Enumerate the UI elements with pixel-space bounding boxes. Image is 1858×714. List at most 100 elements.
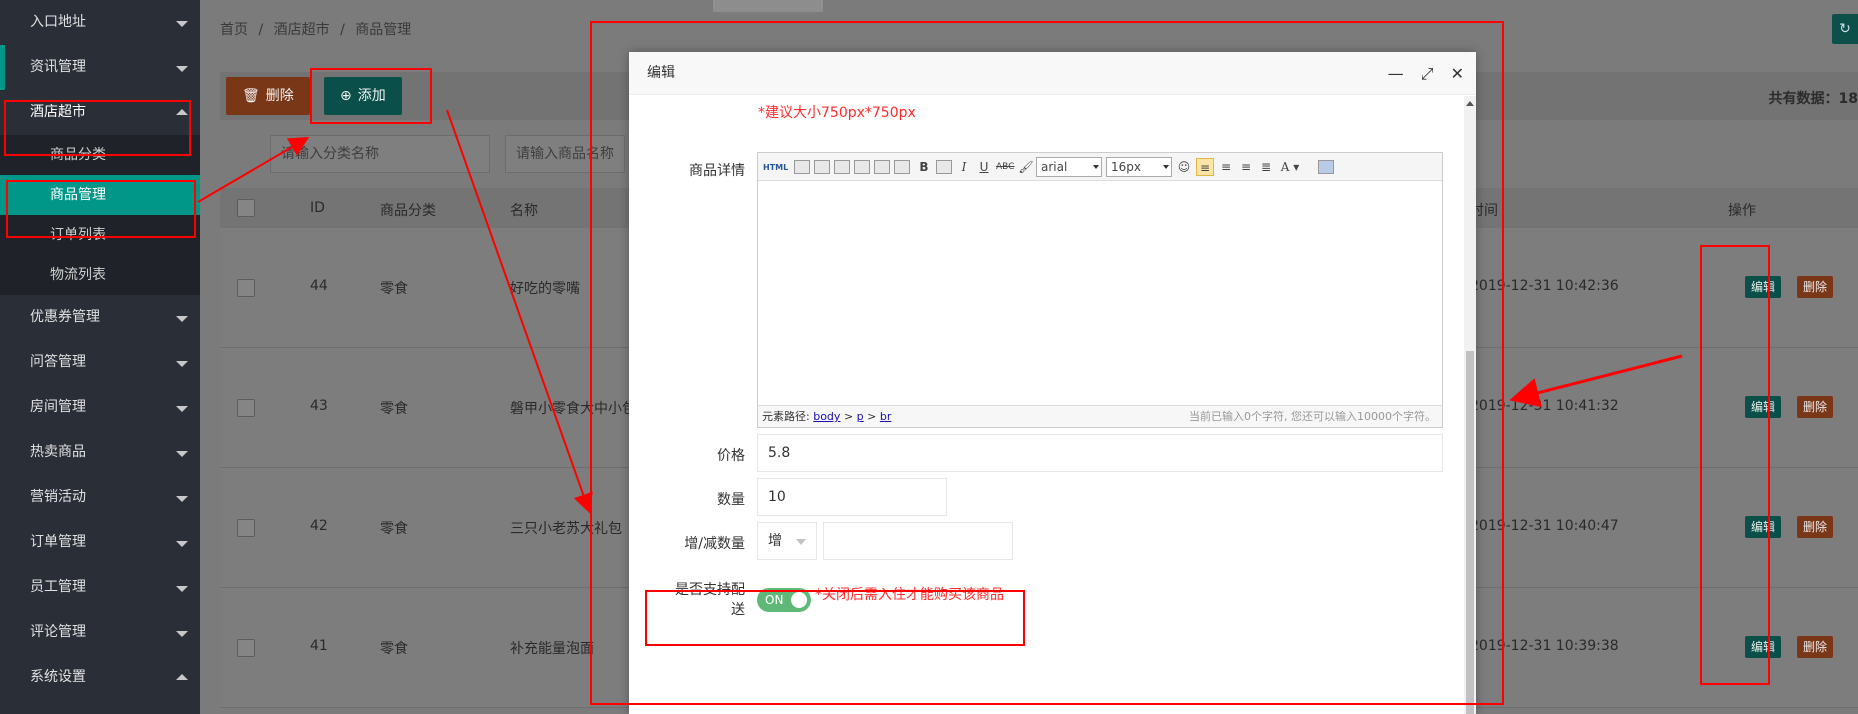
delete-button[interactable]: 删除 [1797,276,1834,298]
chevron-down-icon [176,66,188,72]
cell-name: 三只小老苏大礼包 [510,521,622,537]
adjust-select[interactable]: 增 [757,522,817,560]
align-center-icon[interactable]: ≡ [1238,158,1254,176]
refresh-icon: ↻ [1839,21,1851,37]
header-category: 商品分类 [380,203,436,219]
modal-body: *建议大小750px*750px 商品详情 HTML B I U ABC 🖌 a… [629,96,1476,714]
edit-button[interactable]: 编辑 [1745,276,1782,298]
sidebar-subitem-logistics[interactable]: 物流列表 [0,255,200,295]
sidebar-item-coupons[interactable]: 优惠券管理 [0,295,200,340]
breadcrumb-home[interactable]: 首页 [220,22,248,38]
italic-icon[interactable]: I [956,158,972,176]
total-count: 共有数据：18 [1768,91,1858,107]
sidebar-subitem-orders[interactable]: 订单列表 [0,215,200,255]
underline-icon[interactable]: U [976,158,992,176]
sidebar-item-marketing[interactable]: 营销活动 [0,475,200,520]
modal-scrollbar[interactable] [1464,96,1476,714]
html-source-button[interactable]: HTML [762,158,788,176]
cell-category: 零食 [380,521,408,537]
sidebar-item-qa[interactable]: 问答管理 [0,340,200,385]
fullscreen-icon[interactable] [1318,160,1334,174]
path-body-link[interactable]: body [813,410,840,423]
row-checkbox[interactable] [237,519,255,537]
minimize-icon[interactable]: — [1388,64,1404,83]
name-search-input[interactable]: 请输入商品名称 [505,135,625,173]
align-justify-icon[interactable]: ≣ [1258,158,1274,176]
cell-id: 43 [310,398,328,414]
cell-category: 零食 [380,401,408,417]
sidebar-item-order-mgmt[interactable]: 订单管理 [0,520,200,565]
row-checkbox[interactable] [237,399,255,417]
price-input[interactable]: 5.8 [757,434,1443,472]
sidebar-item-staff[interactable]: 员工管理 [0,565,200,610]
path-p-link[interactable]: p [857,410,864,423]
align-left-icon[interactable]: ≡ [1196,158,1214,176]
upload-icon[interactable] [834,160,850,174]
delete-button[interactable]: 删除 [1797,516,1834,538]
emoji-icon[interactable]: ☺ [1176,158,1192,176]
active-tab[interactable] [713,0,823,12]
cell-name: 好吃的零嘴 [510,281,580,297]
select-all-checkbox[interactable] [237,199,255,217]
cell-id: 44 [310,278,328,294]
chevron-down-icon [1093,165,1099,169]
sidebar: 入口地址 资讯管理 酒店超市 商品分类 商品管理 订单列表 物流列表 优惠券管理… [0,0,200,714]
detail-label: 商品详情 [689,163,745,179]
breadcrumb-sep: / [258,22,264,38]
header-id: ID [310,200,325,216]
sidebar-subitem-category[interactable]: 商品分类 [0,135,200,175]
sidebar-item-news[interactable]: 资讯管理 [0,45,200,90]
bold-icon[interactable]: B [916,158,932,176]
breadcrumb-sep: / [340,22,345,38]
sidebar-item-entry[interactable]: 入口地址 [0,0,200,45]
sidebar-item-rooms[interactable]: 房间管理 [0,385,200,430]
batch-delete-button[interactable]: 🗑 删除 [226,77,310,115]
strikethrough-icon[interactable]: ABC [996,158,1014,176]
image-icon[interactable] [814,160,830,174]
sidebar-item-settings[interactable]: 系统设置 [0,655,200,700]
adjust-amount-input[interactable] [823,522,1013,560]
edit-button[interactable]: 编辑 [1745,396,1782,418]
new-doc-icon[interactable] [794,160,810,174]
font-family-select[interactable]: arial [1036,157,1102,177]
refresh-button[interactable]: ↻ [1832,14,1858,44]
breadcrumb: 首页 / 酒店超市 / 商品管理 [220,12,417,52]
sidebar-item-comments[interactable]: 评论管理 [0,610,200,655]
align-right-icon[interactable]: ≡ [1218,158,1234,176]
close-icon[interactable]: ✕ [1451,64,1464,83]
find-icon[interactable] [874,160,890,174]
path-br-link[interactable]: br [880,410,892,423]
price-label: 价格 [717,448,745,464]
chevron-down-icon [176,451,188,457]
row-checkbox[interactable] [237,279,255,297]
undo-icon[interactable] [894,160,910,174]
editor-content-area[interactable] [758,182,1442,405]
cell-time: 2019-12-31 10:42:36 [1470,278,1619,294]
chevron-up-icon [176,674,188,680]
chevron-down-icon [796,539,806,545]
add-button[interactable]: ⊕ 添加 [324,77,402,115]
sidebar-item-hotel-market[interactable]: 酒店超市 [0,90,200,135]
font-color-icon[interactable]: A ▾ [1278,158,1302,176]
delete-button[interactable]: 删除 [1797,636,1834,658]
link-icon[interactable] [854,160,870,174]
brush-icon[interactable]: 🖌 [1018,158,1034,176]
font-size-select[interactable]: 16px [1106,157,1172,177]
edit-button[interactable]: 编辑 [1745,516,1782,538]
scroll-thumb[interactable] [1466,351,1474,714]
delivery-switch[interactable]: ON [757,588,811,612]
breadcrumb-hotel[interactable]: 酒店超市 [274,22,330,38]
scroll-up-icon[interactable] [1466,101,1474,106]
sidebar-subitem-goods[interactable]: 商品管理 [0,175,200,215]
delete-button[interactable]: 删除 [1797,396,1834,418]
sidebar-item-hot[interactable]: 热卖商品 [0,430,200,475]
format-icon[interactable] [936,160,952,174]
row-checkbox[interactable] [237,639,255,657]
quantity-label: 数量 [717,492,745,508]
maximize-icon[interactable]: ⤢ [1421,64,1434,83]
chevron-down-icon [176,361,188,367]
quantity-input[interactable]: 10 [757,478,947,516]
category-search-input[interactable]: 请输入分类名称 [270,135,490,173]
edit-button[interactable]: 编辑 [1745,636,1782,658]
chevron-down-icon [176,316,188,322]
